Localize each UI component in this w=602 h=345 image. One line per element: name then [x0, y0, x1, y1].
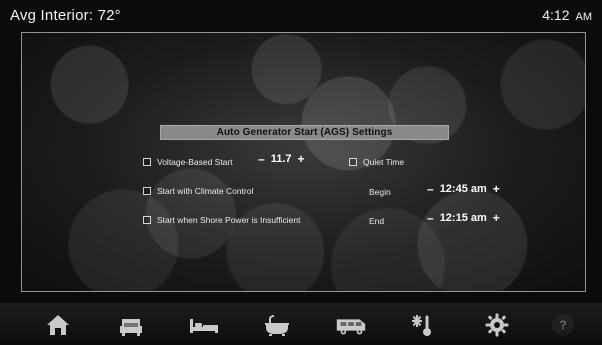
begin-time-stepper: – 12:45 am +	[427, 183, 500, 195]
voltage-based-start-row: Voltage-Based Start	[143, 157, 233, 167]
voltage-based-start-checkbox[interactable]	[143, 158, 151, 166]
start-with-climate-control-label: Start with Climate Control	[157, 186, 254, 196]
voltage-value: 11.7	[270, 153, 292, 165]
bath-button[interactable]	[259, 308, 295, 342]
climate-button[interactable]	[406, 308, 442, 342]
voltage-stepper: – 11.7 +	[258, 153, 305, 165]
quiet-time-row: Quiet Time	[349, 157, 404, 167]
voltage-increase-button[interactable]: +	[298, 153, 305, 165]
begin-time-value: 12:45 am	[439, 183, 487, 195]
shore-power-insufficient-label: Start when Shore Power is Insufficient	[157, 215, 301, 225]
climate-icon	[411, 314, 431, 336]
home-button[interactable]	[40, 308, 76, 342]
voltage-decrease-button[interactable]: –	[258, 153, 265, 165]
home-icon	[47, 314, 69, 335]
sofa-icon	[120, 318, 143, 336]
begin-time-decrease-button[interactable]: –	[427, 183, 434, 195]
end-label: End	[369, 216, 385, 226]
voltage-based-start-label: Voltage-Based Start	[157, 157, 233, 167]
rv-icon	[336, 318, 365, 334]
help-icon: ?	[559, 317, 567, 332]
clock-time: 4:12	[542, 7, 570, 23]
clock: 4:12 AM	[542, 7, 592, 23]
begin-label: Begin	[369, 187, 391, 197]
top-status-bar: Avg Interior: 72° 4:12 AM	[0, 0, 602, 30]
bathtub-icon	[265, 314, 290, 336]
end-time-stepper: – 12:15 am +	[427, 212, 500, 224]
start-with-climate-control-row: Start with Climate Control	[143, 186, 253, 196]
sofa-button[interactable]	[113, 308, 149, 342]
shore-power-insufficient-row: Start when Shore Power is Insufficient	[143, 215, 300, 225]
quiet-time-checkbox[interactable]	[349, 158, 357, 166]
shore-power-insufficient-checkbox[interactable]	[143, 216, 151, 224]
bed-button[interactable]	[186, 308, 222, 342]
settings-button[interactable]	[479, 308, 515, 342]
avg-interior-temperature: Avg Interior: 72°	[10, 6, 121, 24]
end-time-decrease-button[interactable]: –	[427, 212, 434, 224]
bottom-navigation: ?	[0, 303, 602, 345]
quiet-time-label: Quiet Time	[363, 157, 405, 167]
settings-gear-icon	[485, 313, 509, 336]
help-button[interactable]: ?	[551, 313, 574, 336]
end-time-value: 12:15 am	[439, 212, 487, 224]
ags-settings-panel: Auto Generator Start (AGS) Settings Volt…	[21, 32, 586, 292]
clock-ampm: AM	[575, 11, 593, 23]
start-with-climate-control-checkbox[interactable]	[143, 187, 151, 195]
begin-time-increase-button[interactable]: +	[493, 183, 500, 195]
bed-icon	[190, 318, 219, 333]
ags-settings-title: Auto Generator Start (AGS) Settings	[160, 125, 449, 140]
rv-button[interactable]	[333, 308, 369, 342]
end-time-increase-button[interactable]: +	[493, 212, 500, 224]
